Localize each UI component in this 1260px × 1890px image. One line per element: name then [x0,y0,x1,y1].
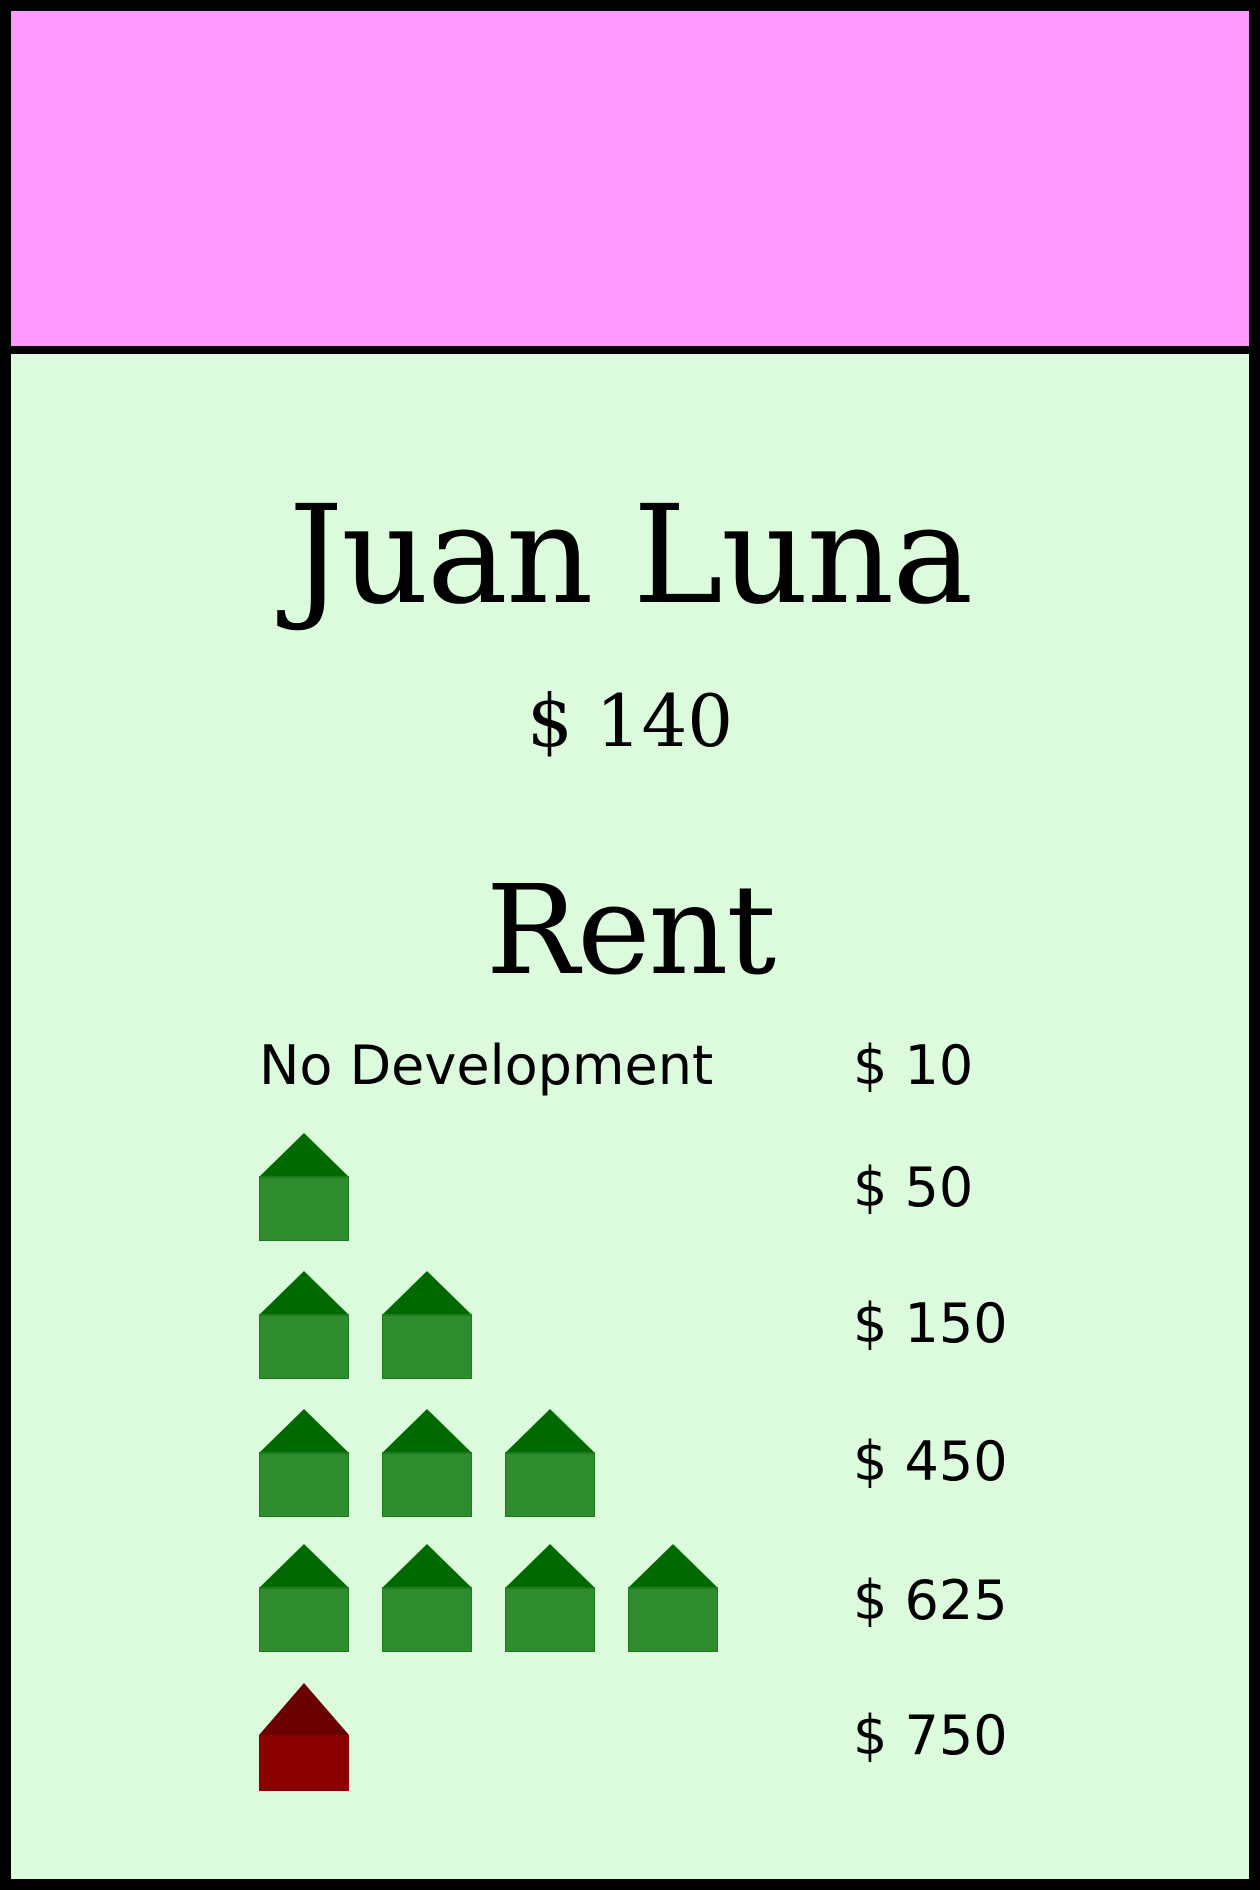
rent-row-3-houses: $ 450 [247,1409,1047,1521]
house-icon [382,1544,472,1652]
property-title: Juan Luna [288,477,974,635]
rent-row-hotel: $ 750 [247,1683,1047,1795]
house-icon [505,1544,595,1652]
rent-row-value: $ 10 [853,1034,974,1097]
rent-row-no-development: No Development $ 10 [247,1021,1047,1133]
property-card: Juan Luna $ 140 Rent No Development $ 10… [0,0,1260,1890]
house-icon [628,1544,718,1652]
house-icon [382,1271,472,1379]
rent-row-value: $ 50 [853,1156,974,1219]
rent-row-1-house: $ 50 [247,1133,1047,1245]
rent-row-value: $ 750 [853,1704,1008,1767]
house-icon [259,1133,349,1241]
rent-row-value: $ 625 [853,1569,1008,1632]
property-price: $ 140 [526,679,734,763]
rent-row-value: $ 150 [853,1292,1008,1355]
color-band [11,11,1249,354]
house-icon [382,1409,472,1517]
rent-row-4-houses: $ 625 [247,1544,1047,1656]
house-icon [259,1544,349,1652]
rent-row-value: $ 450 [853,1430,1008,1493]
rent-heading: Rent [485,859,776,1003]
rent-row-label: No Development [259,1034,714,1097]
house-icon [259,1271,349,1379]
house-icon [505,1409,595,1517]
hotel-icon [259,1683,349,1791]
house-icon [259,1409,349,1517]
rent-row-2-houses: $ 150 [247,1271,1047,1383]
